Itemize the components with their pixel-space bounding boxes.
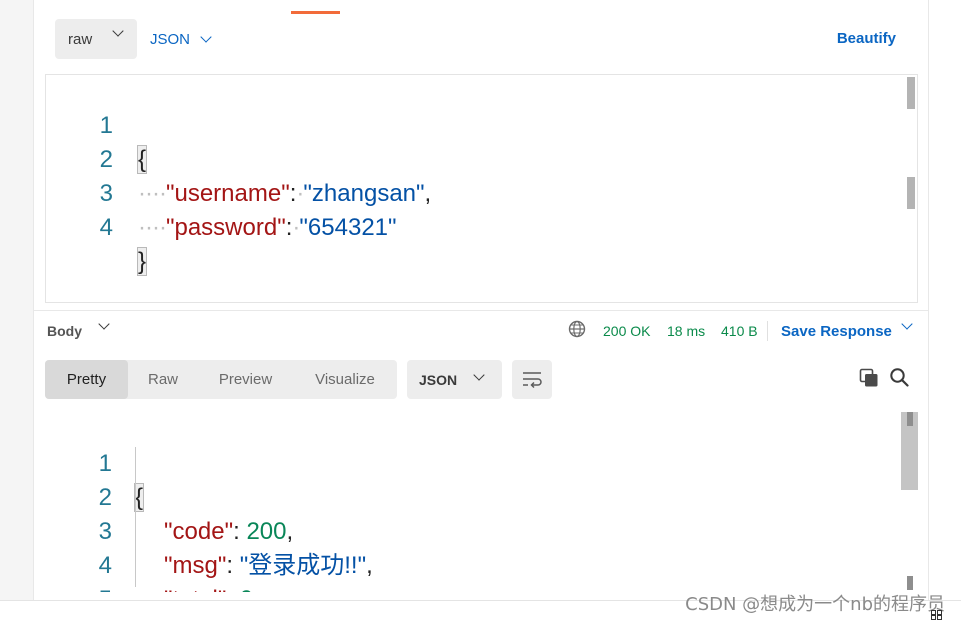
code-line: 4 "total": 0, (45, 515, 918, 592)
left-sidebar-strip (0, 0, 34, 600)
line-number: 5 (45, 583, 112, 592)
tab-visualize[interactable]: Visualize (293, 360, 397, 399)
json-key: "total" (164, 586, 226, 592)
response-header: Body 200 OK 18 ms 410 B Save Response (34, 310, 928, 350)
response-format-dropdown[interactable]: JSON (407, 360, 502, 399)
indent-guide (135, 447, 136, 587)
watermark-text: CSDN @想成为一个nb的程序员 (685, 594, 945, 615)
code-line: 1 { (46, 75, 917, 174)
wrap-lines-button[interactable] (512, 360, 552, 399)
tab-preview[interactable]: Preview (198, 360, 293, 399)
divider (767, 321, 768, 341)
body-mode-dropdown[interactable]: raw (55, 19, 137, 59)
json-string-value: "654321" (299, 214, 397, 241)
whitespace-marker: ···· (138, 214, 167, 241)
editor-scroll-marker (907, 177, 915, 209)
chevron-down-icon[interactable] (901, 318, 913, 330)
request-body-editor[interactable]: 1 { 2 ····"username":·"zhangsan", 3 ····… (45, 74, 918, 303)
search-icon[interactable] (889, 367, 909, 387)
code-line: 2 "code": 200, (45, 447, 918, 545)
chevron-down-icon (200, 31, 212, 43)
tab-raw[interactable]: Raw (128, 360, 198, 399)
grid-corner-icon (931, 610, 942, 620)
line-number: 4 (99, 214, 113, 241)
request-body-toolbar: raw JSON Beautify (34, 14, 928, 64)
response-size[interactable]: 410 B (721, 323, 758, 339)
chevron-down-icon (112, 25, 124, 37)
json-number-value: 0 (240, 586, 253, 592)
status-code[interactable]: 200 OK (603, 323, 650, 339)
code-line: 4 } (46, 177, 917, 276)
editor-scrollbar[interactable] (907, 77, 915, 109)
json-colon: : (226, 586, 239, 592)
right-sidebar-strip (928, 0, 961, 600)
save-response-button[interactable]: Save Response (781, 323, 892, 340)
beautify-button[interactable]: Beautify (837, 30, 896, 47)
copy-icon[interactable] (859, 368, 879, 388)
code-line: 2 ····"username":·"zhangsan", (46, 109, 917, 207)
chevron-down-icon[interactable] (98, 318, 110, 330)
globe-icon[interactable] (568, 320, 586, 338)
code-line: 3 "msg": "登录成功!!", (45, 481, 918, 579)
wrap-lines-icon (523, 372, 542, 389)
language-dropdown[interactable]: JSON (150, 19, 212, 59)
json-key: "password" (165, 214, 286, 241)
response-view-tabs: Pretty Raw Preview Visualize (45, 360, 397, 399)
response-body-label[interactable]: Body (47, 323, 82, 339)
code-line: 3 ····"password":·"654321" (46, 143, 917, 241)
response-body-viewer[interactable]: 1 { 2 "code": 200, 3 "msg": "登录成功!!", 4 … (45, 412, 918, 592)
response-time[interactable]: 18 ms (667, 323, 705, 339)
tab-pretty[interactable]: Pretty (45, 360, 128, 399)
body-mode-label: raw (68, 30, 93, 48)
chevron-down-icon (473, 369, 485, 381)
response-format-label: JSON (419, 372, 458, 388)
json-brace: } (136, 247, 148, 276)
scroll-marker (907, 576, 913, 590)
json-comma: , (253, 586, 260, 592)
scroll-marker (907, 412, 913, 426)
code-line: 5 "data": { (45, 549, 918, 592)
language-label: JSON (150, 30, 191, 48)
code-line: 1 { (45, 413, 918, 512)
